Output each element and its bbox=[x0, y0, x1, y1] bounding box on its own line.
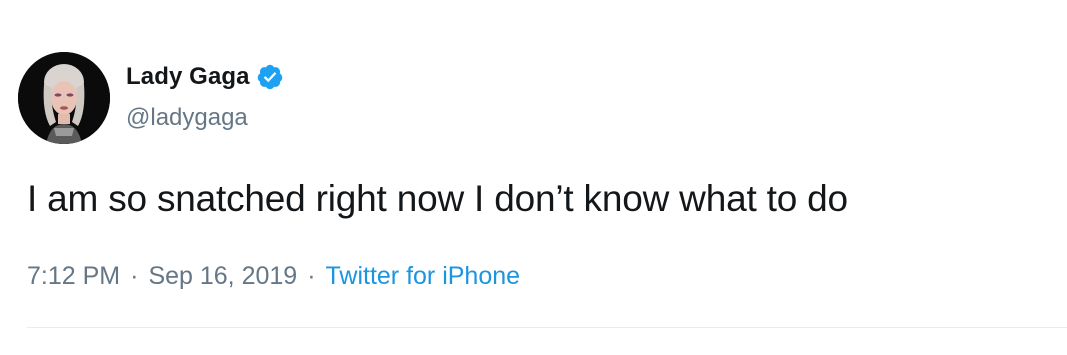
tweet-text: I am so snatched right now I don’t know … bbox=[27, 178, 848, 219]
tweet-source-link[interactable]: Twitter for iPhone bbox=[326, 262, 521, 291]
tweet-card: Lady Gaga @ladygaga I am so snatched rig… bbox=[0, 0, 1067, 355]
tweet-date[interactable]: Sep 16, 2019 bbox=[148, 262, 297, 291]
meta-separator: · bbox=[307, 262, 316, 290]
name-row: Lady Gaga bbox=[126, 62, 284, 92]
verified-badge-icon bbox=[256, 63, 284, 91]
avatar-photo-icon bbox=[18, 52, 110, 144]
display-name[interactable]: Lady Gaga bbox=[126, 63, 250, 91]
tweet-time[interactable]: 7:12 PM bbox=[27, 262, 120, 291]
divider bbox=[27, 327, 1067, 328]
tweet-meta: 7:12 PM · Sep 16, 2019 · Twitter for iPh… bbox=[27, 262, 520, 291]
avatar[interactable] bbox=[18, 52, 110, 144]
meta-separator: · bbox=[130, 262, 139, 290]
user-handle[interactable]: @ladygaga bbox=[126, 104, 248, 132]
